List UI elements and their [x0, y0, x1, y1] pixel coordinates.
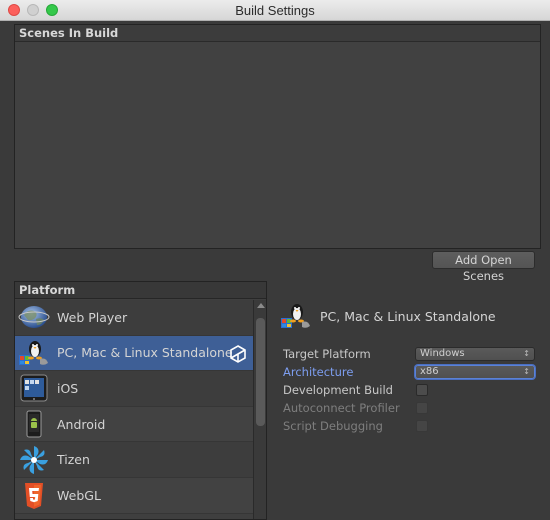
platform-label: Android [57, 416, 106, 432]
target-platform-dropdown[interactable]: Windows ↕ [415, 347, 535, 361]
platform-label: Web Player [57, 309, 128, 325]
globe-icon [18, 306, 50, 329]
scenes-in-build-header: Scenes In Build [15, 25, 540, 42]
window-title: Build Settings [235, 3, 315, 18]
platform-panel: Platform Web Player PC, Mac & Linux Stan… [14, 281, 267, 520]
settings-title: PC, Mac & Linux Standalone [320, 308, 496, 324]
script-debugging-checkbox [416, 420, 428, 432]
platform-label: Tizen [57, 452, 90, 468]
development-build-checkbox[interactable] [416, 384, 428, 396]
target-platform-label: Target Platform [283, 347, 371, 361]
dropdown-arrows-icon: ↕ [523, 349, 530, 358]
ipad-icon [20, 374, 48, 402]
platform-item-ios[interactable]: iOS [15, 371, 253, 407]
platform-item-pc-mac-linux[interactable]: PC, Mac & Linux Standalone [15, 335, 253, 372]
development-build-label: Development Build [283, 383, 393, 397]
architecture-dropdown[interactable]: x86 ↕ [415, 365, 535, 379]
platform-list: Web Player PC, Mac & Linux Standalone iO… [15, 300, 253, 514]
platform-header: Platform [15, 282, 266, 299]
platform-label: PC, Mac & Linux Standalone [57, 345, 233, 361]
platform-label: WebGL [57, 487, 101, 503]
platform-label: iOS [57, 380, 79, 396]
android-icon [26, 410, 42, 438]
architecture-row: Architecture x86 ↕ [283, 364, 535, 381]
pc-standalone-icon [19, 340, 48, 365]
autoconnect-profiler-checkbox [416, 402, 428, 414]
platform-item-tizen[interactable]: Tizen [15, 442, 253, 478]
window-titlebar: Build Settings [0, 0, 550, 21]
architecture-label: Architecture [283, 365, 354, 379]
target-platform-row: Target Platform Windows ↕ [283, 346, 535, 363]
architecture-value: x86 [420, 366, 439, 377]
dropdown-arrows-icon: ↕ [523, 367, 530, 376]
platform-item-web-player[interactable]: Web Player [15, 300, 253, 336]
add-open-scenes-button[interactable]: Add Open Scenes [432, 251, 535, 283]
platform-settings-panel: PC, Mac & Linux Standalone Target Platfo… [280, 296, 540, 433]
scroll-up-arrow-icon[interactable] [257, 303, 265, 308]
platform-item-android[interactable]: Android [15, 406, 253, 443]
autoconnect-profiler-label: Autoconnect Profiler [283, 401, 400, 415]
target-platform-value: Windows [420, 348, 465, 359]
platform-scrollbar[interactable] [253, 300, 266, 519]
platform-item-webgl[interactable]: WebGL [15, 477, 253, 514]
scenes-in-build-panel[interactable]: Scenes In Build [14, 24, 541, 249]
script-debugging-row: Script Debugging [283, 418, 535, 435]
scroll-thumb[interactable] [256, 318, 265, 426]
html5-icon [25, 483, 43, 510]
unity-logo-icon [230, 344, 246, 363]
script-debugging-label: Script Debugging [283, 419, 383, 433]
tizen-icon [20, 445, 48, 474]
settings-header: PC, Mac & Linux Standalone [280, 296, 540, 336]
pc-standalone-icon [281, 304, 310, 328]
autoconnect-profiler-row: Autoconnect Profiler [283, 400, 535, 417]
development-build-row: Development Build [283, 382, 535, 399]
